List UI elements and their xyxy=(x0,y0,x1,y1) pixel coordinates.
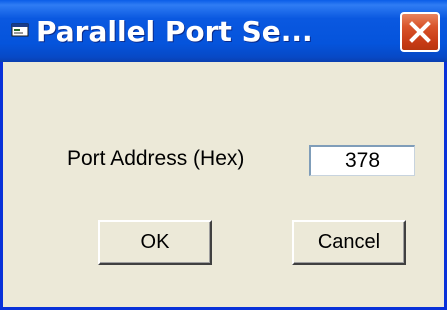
close-button[interactable] xyxy=(400,12,440,52)
window-icon xyxy=(11,23,29,37)
dialog-window: Parallel Port Se... Port Address (Hex) O… xyxy=(0,0,447,310)
port-address-label: Port Address (Hex) xyxy=(67,147,245,170)
ok-button[interactable]: OK xyxy=(98,220,212,265)
close-icon xyxy=(409,21,431,43)
title-bar[interactable]: Parallel Port Se... xyxy=(0,0,447,62)
port-address-input[interactable] xyxy=(309,145,415,176)
cancel-button[interactable]: Cancel xyxy=(292,220,406,265)
window-title: Parallel Port Se... xyxy=(36,15,313,48)
